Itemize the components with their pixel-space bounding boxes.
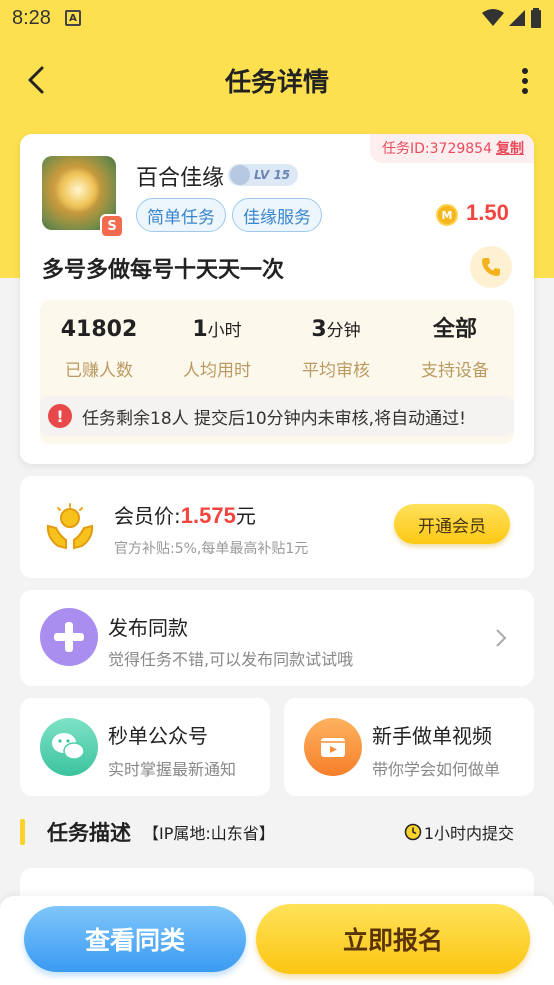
copy-button[interactable]: 复制: [496, 141, 524, 157]
shortcut-title: 秒单公众号: [108, 724, 208, 748]
deadline: 1小时内提交: [404, 820, 514, 844]
stat-label: 已赚人数: [65, 361, 133, 381]
warning-icon: !: [48, 404, 72, 428]
ip-location: 【IP属地:山东省】: [143, 824, 275, 843]
video-icon: [304, 718, 362, 776]
stat-value: 41802: [60, 317, 138, 342]
task-id-label: 任务ID:3729854: [382, 141, 492, 157]
task-description-header: 任务描述 【IP属地:山东省】 1小时内提交: [20, 812, 534, 852]
publish-similar-card[interactable]: 发布同款 觉得任务不错,可以发布同款试试哦: [20, 590, 534, 686]
auto-approve-notice: ! 任务剩余18人 提交后10分钟内未审核,将自动通过!: [40, 396, 514, 436]
stat-unit: 小时: [207, 321, 242, 341]
deadline-text: 1小时内提交: [423, 824, 514, 843]
stat-label: 平均审核: [302, 361, 370, 381]
stat-label: 人均用时: [183, 361, 251, 381]
vip-card: 会员价:1.575元 官方补贴:5%,每单最高补贴1元 开通会员: [20, 476, 534, 578]
notification-icon: A: [64, 10, 81, 26]
publisher-name: 百合佳缘: [136, 166, 225, 191]
back-arrow-icon[interactable]: [22, 62, 52, 98]
more-vertical-icon[interactable]: [520, 66, 530, 96]
medal-icon: [230, 165, 250, 185]
page-title: 任务详情: [224, 67, 329, 98]
stat-value: 3: [311, 317, 327, 342]
stat-avg-time: 1小时 人均用时: [162, 310, 272, 381]
tag-simple-task: 简单任务: [136, 198, 226, 232]
level-text: LV 15: [254, 168, 291, 182]
stat-value: 1: [192, 317, 208, 342]
task-card: 任务ID:3729854 复制 S 百合佳缘 LV 15 简单任务 佳缘服务 M …: [20, 134, 534, 464]
wechat-icon: [40, 718, 98, 776]
status-bar: 8:28 A: [0, 0, 554, 36]
open-vip-button[interactable]: 开通会员: [394, 504, 510, 544]
notice-text: 任务剩余18人 提交后10分钟内未审核,将自动通过!: [82, 408, 466, 429]
chevron-right-icon: [496, 629, 507, 647]
publish-subtitle: 觉得任务不错,可以发布同款试试哦: [108, 650, 354, 669]
call-button[interactable]: [470, 246, 512, 288]
tag-service: 佳缘服务: [232, 198, 322, 232]
nav-bar: 任务详情: [0, 52, 554, 108]
stat-unit: 分钟: [326, 321, 361, 341]
status-time: 8:28: [12, 6, 51, 29]
view-similar-button[interactable]: 查看同类: [24, 906, 246, 972]
signal-icon: [509, 10, 525, 26]
clock-icon: [404, 823, 422, 841]
bottom-action-bar: 查看同类 立即报名: [0, 896, 554, 985]
task-title: 多号多做每号十天天一次: [42, 258, 285, 283]
stat-value: 全部: [432, 317, 477, 342]
coin-hands-icon: [46, 503, 94, 550]
plus-icon: [40, 608, 98, 666]
reward-amount: 1.50: [466, 200, 509, 225]
stat-devices: 全部 支持设备: [400, 310, 510, 381]
task-id-badge: 任务ID:3729854 复制: [370, 134, 534, 163]
vip-subsidy: 官方补贴:5%,每单最高补贴1元: [114, 541, 309, 557]
section-accent-bar: [20, 819, 25, 845]
stat-label: 支持设备: [421, 361, 489, 381]
publish-title: 发布同款: [108, 616, 188, 640]
stat-earned: 41802 已赚人数: [44, 310, 154, 381]
wifi-icon: [482, 9, 504, 26]
vip-price-line: 会员价:1.575元: [114, 500, 256, 529]
vip-label: 会员价:: [114, 504, 181, 528]
level-badge: LV 15: [228, 164, 299, 186]
section-heading: 任务描述: [47, 821, 131, 845]
signup-button[interactable]: 立即报名: [256, 904, 530, 974]
phone-icon: [482, 258, 500, 276]
coin-icon: M: [436, 204, 458, 226]
stat-review: 3分钟 平均审核: [281, 310, 391, 381]
vip-price: 1.575: [180, 503, 236, 528]
stats-panel: 41802 已赚人数 1小时 人均用时 3分钟 平均审核 全部 支持设备 ! 任…: [40, 300, 514, 444]
shortcut-subtitle: 实时掌握最新通知: [108, 760, 237, 779]
shortcut-subtitle: 带你学会如何做单: [372, 760, 501, 779]
official-account-card[interactable]: 秒单公众号 实时掌握最新通知: [20, 698, 270, 796]
vip-unit: 元: [235, 504, 256, 528]
tutorial-video-card[interactable]: 新手做单视频 带你学会如何做单: [284, 698, 534, 796]
rank-badge: S: [100, 214, 124, 238]
shortcut-title: 新手做单视频: [372, 724, 492, 748]
battery-icon: [531, 8, 541, 28]
